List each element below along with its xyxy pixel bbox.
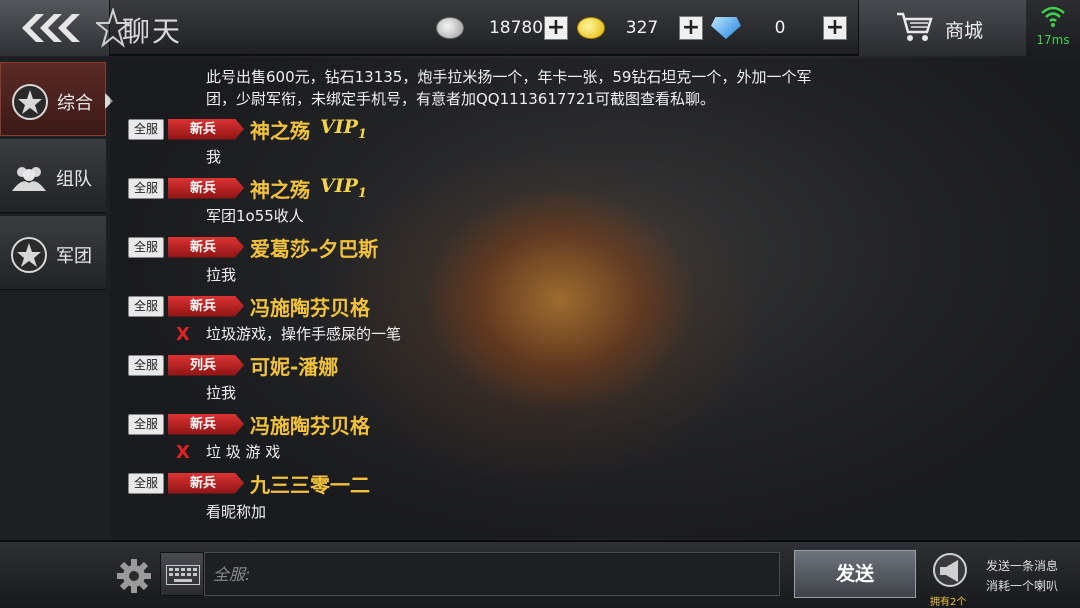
chat-message-header: 全服 新兵 九三三零一二 xyxy=(128,469,370,498)
wifi-icon xyxy=(1041,6,1065,27)
horn-note-line1: 发送一条消息 xyxy=(986,559,1059,573)
silver-coin-icon xyxy=(436,17,464,39)
username[interactable]: 冯施陶芬贝格 xyxy=(250,410,370,439)
shop-button[interactable]: 商城 xyxy=(858,0,1026,56)
reported-x-icon: X xyxy=(176,442,190,463)
username[interactable]: 九三三零一二 xyxy=(250,469,370,498)
channel-badge: 全服 xyxy=(128,295,164,317)
channel-sidebar: 综合 组队 军团 xyxy=(0,62,113,293)
channel-badge: 全服 xyxy=(128,118,164,140)
send-button[interactable]: 发送 xyxy=(794,550,916,598)
username[interactable]: 神之殇 xyxy=(250,115,310,144)
horn-cost-note: 发送一条消息 消耗一个喇叭 xyxy=(986,556,1058,596)
tab-team-label: 组队 xyxy=(56,169,92,190)
chat-message-text: 垃圾游戏，操作手感屎的一笔 xyxy=(206,325,402,343)
rank-badge: 新兵 xyxy=(168,472,244,494)
shop-label: 商城 xyxy=(945,20,984,42)
team-people-icon xyxy=(12,167,46,191)
tab-legion-label: 军团 xyxy=(56,246,92,267)
vip-label: VIP xyxy=(320,175,358,198)
keyboard-button[interactable] xyxy=(160,552,204,596)
chat-message-header: 全服 新兵 神之殇 VIP1 xyxy=(128,174,367,203)
network-status: 17ms xyxy=(1026,0,1080,56)
chat-input-bar: 发送 拥有2个 发送一条消息 消耗一个喇叭 xyxy=(0,540,1080,608)
username[interactable]: 可妮-潘娜 xyxy=(250,351,338,380)
rank-badge: 新兵 xyxy=(168,413,244,435)
chat-message-header: 全服 新兵 冯施陶芬贝格 xyxy=(128,292,370,321)
channel-badge: 全服 xyxy=(128,236,164,258)
vip-badge: VIP1 xyxy=(320,116,367,142)
vip-badge: VIP1 xyxy=(320,175,367,201)
vip-level: 1 xyxy=(357,126,367,142)
username[interactable]: 冯施陶芬贝格 xyxy=(250,292,370,321)
diamond-icon xyxy=(711,17,741,39)
channel-badge: 全服 xyxy=(128,177,164,199)
channel-badge: 全服 xyxy=(128,354,164,376)
chat-message-header: 全服 新兵 冯施陶芬贝格 xyxy=(128,410,370,439)
page-title: 聊天 xyxy=(122,15,183,48)
chat-message-header: 全服 新兵 爱葛莎-夕巴斯 xyxy=(128,233,378,262)
chat-message-text: 我 xyxy=(206,148,222,166)
add-silver-button[interactable]: + xyxy=(544,16,568,40)
channel-badge: 全服 xyxy=(128,472,164,494)
tab-team[interactable]: 组队 xyxy=(0,139,106,213)
chat-message-header: 全服 列兵 可妮-潘娜 xyxy=(128,351,338,380)
tab-general-label: 综合 xyxy=(57,93,93,114)
rank-badge: 新兵 xyxy=(168,295,244,317)
chat-message-header: 全服 新兵 神之殇 VIP1 xyxy=(128,115,367,144)
rank-badge: 新兵 xyxy=(168,118,244,140)
chat-message-input[interactable] xyxy=(204,552,780,596)
tab-legion[interactable]: 军团 xyxy=(0,216,106,290)
rank-badge: 新兵 xyxy=(168,236,244,258)
add-gold-button[interactable]: + xyxy=(679,16,703,40)
gold-currency: 327 xyxy=(577,14,671,42)
settings-gear-icon[interactable] xyxy=(114,556,154,596)
tab-general[interactable]: 综合 xyxy=(0,62,113,136)
diamond-value: 0 xyxy=(774,18,786,38)
back-button[interactable] xyxy=(0,0,110,56)
legion-star-icon xyxy=(11,237,47,273)
star-medal-icon xyxy=(12,84,48,120)
ping-value: 17ms xyxy=(1036,33,1070,47)
vip-label: VIP xyxy=(320,116,358,139)
horn-count: 拥有2个 xyxy=(930,597,967,608)
horn-icon xyxy=(933,553,967,587)
top-bar: 聊天 18780 + 327 + 0 + 商城 17ms xyxy=(0,0,1080,56)
horn-note-line2: 消耗一个喇叭 xyxy=(986,579,1059,593)
vip-level: 1 xyxy=(357,185,367,201)
chat-message-text: 拉我 xyxy=(206,384,237,402)
chat-message-text: 团，少尉军衔，未绑定手机号，有意者加QQ1113617721可截图查看私聊。 xyxy=(206,90,716,108)
rank-badge: 列兵 xyxy=(168,354,244,376)
shopping-cart-icon xyxy=(897,12,933,41)
chat-message-text: 此号出售600元，钻石13135，炮手拉米扬一个，年卡一张，59钻石坦克一个，外… xyxy=(206,68,812,86)
username[interactable]: 爱葛莎-夕巴斯 xyxy=(250,233,378,262)
chat-message-text: 看昵称加 xyxy=(206,503,267,521)
reported-x-icon: X xyxy=(176,324,190,345)
add-diamond-button[interactable]: + xyxy=(823,16,847,40)
chat-message-text: 垃 圾 游 戏 xyxy=(206,443,281,461)
chat-message-text: 拉我 xyxy=(206,266,237,284)
back-arrows-icon xyxy=(22,14,80,42)
gold-value: 327 xyxy=(625,18,659,38)
keyboard-icon xyxy=(166,565,200,585)
channel-badge: 全服 xyxy=(128,413,164,435)
username[interactable]: 神之殇 xyxy=(250,174,310,203)
rank-badge: 新兵 xyxy=(168,177,244,199)
diamond-currency: 0 xyxy=(711,14,819,42)
chat-message-text: 军团1o55收人 xyxy=(206,207,304,225)
gold-coin-icon xyxy=(577,17,605,39)
